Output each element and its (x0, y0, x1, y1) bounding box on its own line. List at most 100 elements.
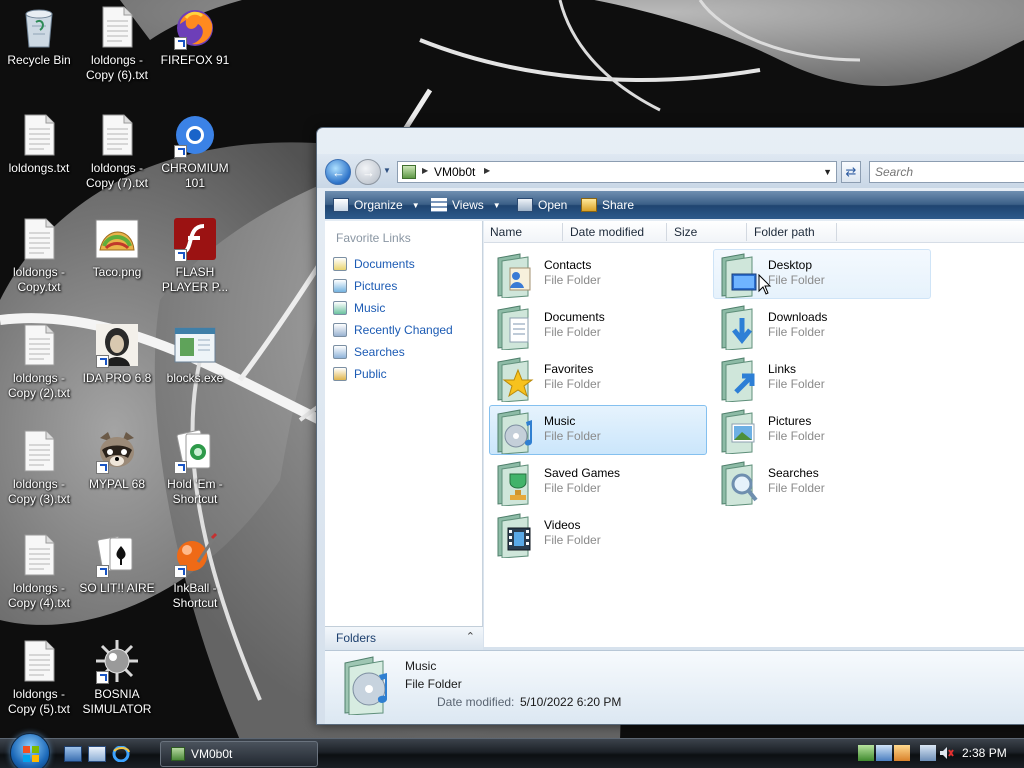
details-pane: Music File Folder Date modified: 5/10/20… (325, 650, 1024, 724)
column-divider[interactable] (562, 223, 563, 241)
desktop-icon[interactable]: MYPAL 68 (78, 428, 156, 492)
folder-item-links[interactable]: Links File Folder (713, 353, 931, 403)
desktop-icon[interactable]: FIREFOX 91 (156, 4, 234, 68)
desktop-icon[interactable]: InkBall - Shortcut (156, 532, 234, 611)
internet-explorer-icon[interactable] (112, 745, 130, 763)
details-item-name: Music (405, 659, 437, 673)
desktop-icon[interactable]: Hold 'Em - Shortcut (156, 428, 234, 507)
saved-games-folder-icon (494, 460, 540, 507)
desktop-icon[interactable]: BOSNIA SIMULATOR (78, 638, 156, 717)
taskbar-button-explorer[interactable]: VM0b0t (160, 741, 318, 767)
breadcrumb-arrow-icon[interactable]: ▶ (484, 166, 490, 175)
start-button[interactable] (10, 733, 50, 768)
favorite-link-documents[interactable]: Documents (333, 255, 415, 273)
desktop-icon[interactable]: SO LIT!! AIRE (78, 532, 156, 596)
share-button[interactable]: Share (581, 197, 634, 213)
folder-item-saved-games[interactable]: Saved Games File Folder (489, 457, 707, 507)
taco-image-icon (94, 216, 140, 262)
folder-item-name: Searches (768, 466, 819, 480)
address-box[interactable]: ▶ VM0b0t ▶ ▼ (397, 161, 837, 183)
desktop-icon[interactable]: FLASH PLAYER P... (156, 216, 234, 295)
column-header-folder-path[interactable]: Folder path (754, 225, 815, 239)
search-input[interactable] (869, 161, 1024, 183)
folder-item-downloads[interactable]: Downloads File Folder (713, 301, 931, 351)
breadcrumb-current[interactable]: VM0b0t (434, 165, 475, 179)
recent-pages-chevron-icon[interactable]: ▼ (383, 166, 391, 175)
favorite-link-label: Documents (354, 257, 415, 271)
favorite-link-searches[interactable]: Searches (333, 343, 405, 361)
column-divider[interactable] (746, 223, 747, 241)
text-file-icon (94, 112, 140, 158)
refresh-button[interactable]: ⇄ (841, 161, 861, 183)
volume-muted-icon[interactable] (938, 745, 954, 761)
desktop-icon[interactable]: loldongs - Copy (5).txt (0, 638, 78, 717)
desktop-icon[interactable]: loldongs.txt (0, 112, 78, 176)
column-header-date-modified[interactable]: Date modified (570, 225, 644, 239)
favorite-link-label: Music (354, 301, 386, 315)
folder-item-contacts[interactable]: Contacts File Folder (489, 249, 707, 299)
desktop-icon-label: Recycle Bin (7, 53, 71, 67)
address-dropdown-icon[interactable]: ▼ (823, 167, 832, 177)
text-file-icon (16, 428, 62, 474)
folder-item-searches[interactable]: Searches File Folder (713, 457, 931, 507)
searches-icon (333, 345, 347, 359)
back-button[interactable]: ← (325, 159, 351, 185)
navigation-pane: Favorite Links Documents Pictures Music Rec… (325, 221, 483, 647)
column-header-name[interactable]: Name (490, 225, 522, 239)
taskbar-clock[interactable]: 2:38 PM (962, 746, 1007, 760)
folder-item-videos[interactable]: Videos File Folder (489, 509, 707, 559)
text-file-icon (16, 112, 62, 158)
column-divider[interactable] (666, 223, 667, 241)
text-file-icon (94, 4, 140, 50)
desktop-icon[interactable]: CHROMIUM 101 (156, 112, 234, 191)
desktop-icon[interactable]: Recycle Bin (0, 4, 78, 68)
folder-item-type: File Folder (768, 377, 825, 391)
views-button[interactable]: Views ▼ (431, 197, 501, 213)
desktop-icon[interactable]: loldongs - Copy (6).txt (78, 4, 156, 83)
explorer-window[interactable]: ← → ▼ ▶ VM0b0t ▶ ▼ ⇄ Organize ▼ Views ▼ Op… (316, 127, 1024, 725)
display-tray-icon[interactable] (876, 745, 892, 761)
organize-label: Organize (354, 198, 403, 212)
desktop-icon[interactable]: loldongs - Copy (7).txt (78, 112, 156, 191)
folder-item-type: File Folder (544, 429, 601, 443)
recycle-bin-icon (16, 4, 62, 50)
desktop-icon[interactable]: Taco.png (78, 216, 156, 280)
show-desktop-icon[interactable] (64, 746, 82, 762)
favorite-link-recently-changed[interactable]: Recently Changed (333, 321, 453, 339)
shortcut-arrow-icon (96, 565, 109, 578)
folder-item-type: File Folder (768, 273, 825, 287)
folders-toggle[interactable]: Folders ⌃ (325, 626, 483, 650)
desktop-icon[interactable]: blocks.exe (156, 322, 234, 386)
open-button[interactable]: Open (517, 197, 567, 213)
desktop-icon[interactable]: IDA PRO 6.8 (78, 322, 156, 386)
shortcut-arrow-icon (96, 671, 109, 684)
desktop-icon[interactable]: loldongs - Copy (2).txt (0, 322, 78, 401)
folder-item-desktop[interactable]: Desktop File Folder (713, 249, 931, 299)
favorite-link-music[interactable]: Music (333, 299, 385, 317)
favorite-link-public[interactable]: Public (333, 365, 387, 383)
organize-button[interactable]: Organize ▼ (333, 197, 420, 213)
favorite-link-pictures[interactable]: Pictures (333, 277, 397, 295)
pictures-folder-icon (718, 408, 764, 455)
folder-item-name: Pictures (768, 414, 812, 428)
desktop-icon-label: FIREFOX 91 (160, 53, 230, 67)
security-tray-icon[interactable] (894, 745, 910, 761)
text-file-icon (16, 638, 62, 684)
network-tray-icon[interactable] (858, 745, 874, 761)
desktop-icon[interactable]: loldongs - Copy (4).txt (0, 532, 78, 611)
desktop-icon[interactable]: loldongs - Copy.txt (0, 216, 78, 295)
network-connection-icon[interactable] (920, 745, 936, 761)
folder-item-documents[interactable]: Documents File Folder (489, 301, 707, 351)
folder-item-type: File Folder (544, 533, 601, 547)
column-header-size[interactable]: Size (674, 225, 697, 239)
chromium-icon (172, 112, 218, 158)
folder-item-favorites[interactable]: Favorites File Folder (489, 353, 707, 403)
folder-item-music[interactable]: Music File Folder (489, 405, 707, 455)
desktop-icon-label: CHROMIUM 101 (161, 161, 229, 190)
folder-item-pictures[interactable]: Pictures File Folder (713, 405, 931, 455)
desktop-icon[interactable]: loldongs - Copy (3).txt (0, 428, 78, 507)
column-divider[interactable] (836, 223, 837, 241)
switch-windows-icon[interactable] (88, 746, 106, 762)
music-folder-icon (344, 656, 387, 715)
forward-button[interactable]: → (355, 159, 381, 185)
